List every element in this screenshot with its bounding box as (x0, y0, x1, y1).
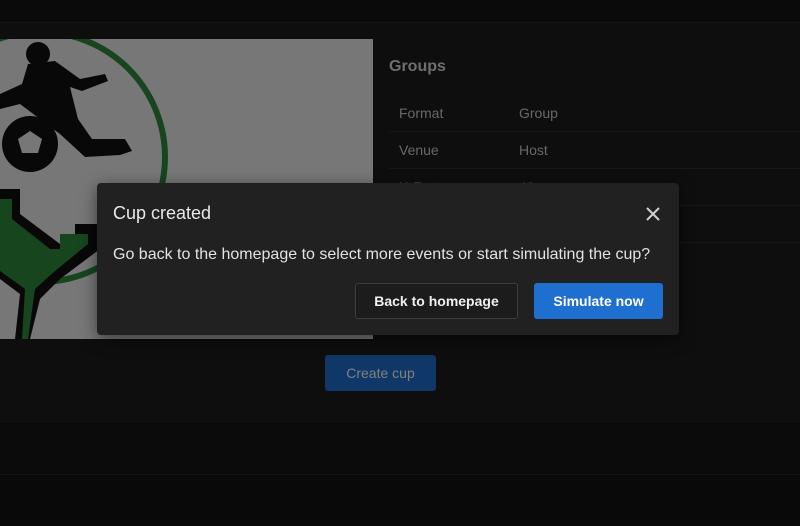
close-button[interactable] (642, 203, 664, 225)
close-icon (646, 207, 660, 221)
back-to-homepage-button[interactable]: Back to homepage (355, 283, 518, 319)
cup-created-dialog: Cup created Go back to the homepage to s… (97, 183, 679, 335)
dialog-message: Go back to the homepage to select more e… (113, 246, 651, 263)
simulate-now-button[interactable]: Simulate now (534, 283, 663, 319)
dialog-title: Cup created (113, 203, 212, 223)
